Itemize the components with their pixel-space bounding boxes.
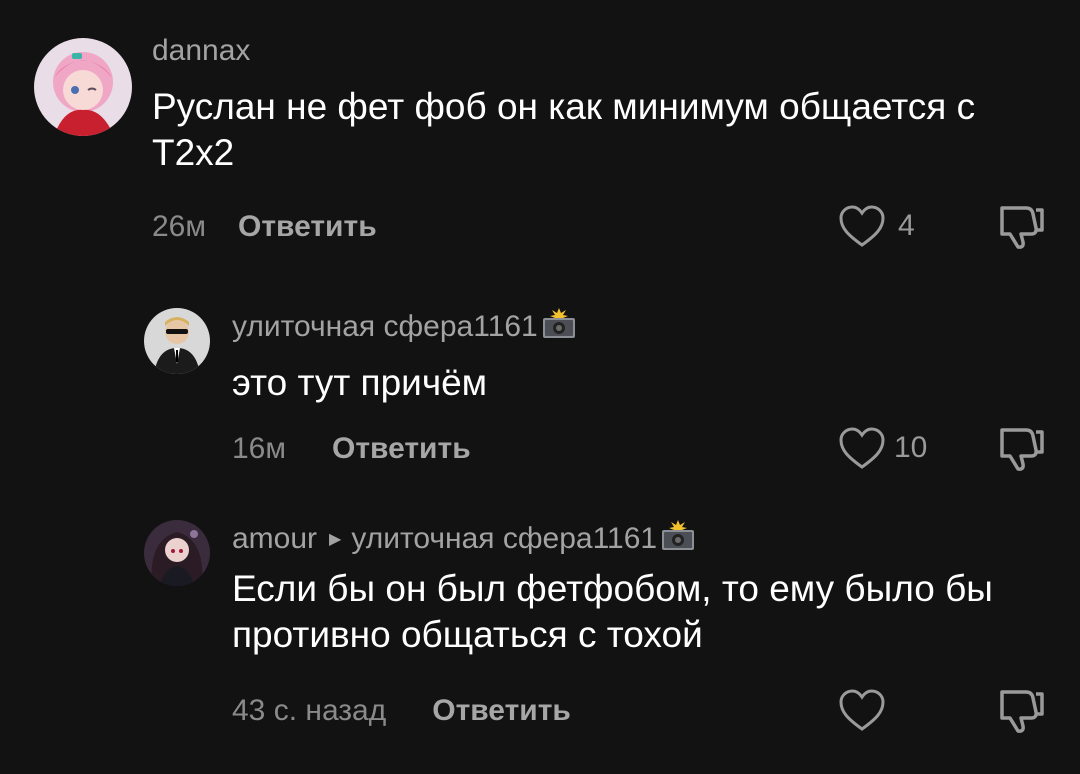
reply-arrow-icon: ▶ bbox=[329, 531, 342, 548]
heart-icon bbox=[839, 205, 885, 247]
comment-username[interactable]: amour ▶ улиточная сфера1161 bbox=[232, 518, 697, 560]
comment-text: это тут причём bbox=[232, 362, 488, 403]
like-count: 10 bbox=[894, 431, 928, 464]
comment-time: 26м bbox=[152, 210, 206, 243]
camera-flash-emoji bbox=[659, 518, 697, 560]
dislike-button[interactable] bbox=[996, 688, 1046, 739]
thumbs-down-icon bbox=[1000, 206, 1044, 249]
reply-to-username[interactable]: улиточная сфера1161 bbox=[351, 522, 657, 556]
heart-icon bbox=[839, 427, 885, 469]
camera-flash-emoji bbox=[540, 306, 578, 348]
comment-username[interactable]: dannax bbox=[152, 34, 250, 68]
comment-text: Если бы он был фетфобом, то ему было бы … bbox=[232, 568, 993, 656]
reply-button[interactable]: Ответить bbox=[238, 210, 377, 244]
avatar[interactable] bbox=[144, 308, 210, 374]
like-button[interactable]: 10 bbox=[838, 426, 927, 470]
avatar[interactable] bbox=[144, 520, 210, 586]
anime-girl-avatar-dark-icon bbox=[144, 520, 210, 586]
anime-girl-avatar-icon bbox=[34, 38, 132, 136]
like-button[interactable]: 4 bbox=[838, 204, 915, 248]
reply-button[interactable]: Ответить bbox=[432, 694, 571, 728]
avatar[interactable] bbox=[34, 38, 132, 136]
like-button[interactable] bbox=[838, 688, 894, 732]
thumbs-down-icon bbox=[1000, 690, 1044, 733]
comment-username[interactable]: улиточная сфера1161 bbox=[232, 306, 578, 348]
comment-meta: 16м Ответить bbox=[232, 432, 471, 466]
heart-icon bbox=[839, 689, 885, 731]
comment-time: 16м bbox=[232, 432, 286, 465]
comment-meta: 26м Ответить bbox=[152, 210, 377, 244]
comment-meta: 43 с. назад Ответить bbox=[232, 694, 571, 728]
like-count: 4 bbox=[898, 209, 915, 242]
comment-text: Руслан не фет фоб он как минимум общаетс… bbox=[152, 86, 976, 174]
dislike-button[interactable] bbox=[996, 204, 1046, 255]
dislike-button[interactable] bbox=[996, 426, 1046, 477]
thumbs-down-icon bbox=[1000, 428, 1044, 471]
man-in-suit-avatar-icon bbox=[144, 308, 210, 374]
comment-time: 43 с. назад bbox=[232, 694, 387, 727]
reply-button[interactable]: Ответить bbox=[332, 432, 471, 466]
